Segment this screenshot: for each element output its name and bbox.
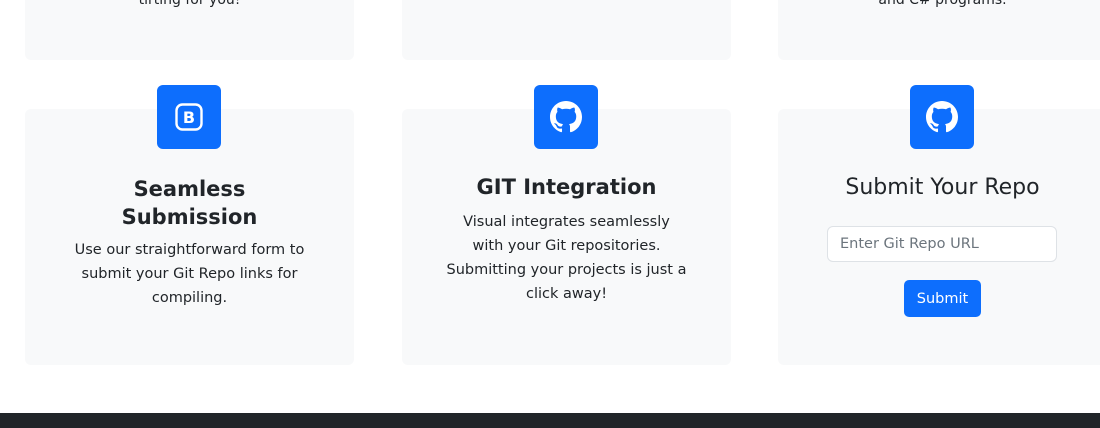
card-title: Seamless Submission — [25, 175, 354, 231]
page-footer — [0, 413, 1100, 428]
submit-button[interactable]: Submit — [904, 280, 981, 317]
card-text-line: submit your Git Repo links for — [81, 266, 298, 282]
github-icon-badge — [534, 85, 598, 149]
card-text: and C# programs. — [878, 0, 1007, 8]
github-icon — [926, 101, 958, 133]
github-icon-badge — [910, 85, 974, 149]
card-text: tirting for you! — [138, 0, 241, 8]
card-title-line: Seamless — [133, 177, 246, 201]
bootstrap-icon: B — [175, 103, 203, 131]
card-text-line: Submitting your projects is just a — [446, 262, 687, 278]
repo-url-input[interactable] — [827, 226, 1057, 262]
feature-card-top-3: and C# programs. — [778, 0, 1100, 60]
card-text: Visual integrates seamlessly with your G… — [432, 210, 701, 306]
svg-text:B: B — [183, 108, 195, 127]
card-title-line: Submission — [121, 205, 258, 229]
github-icon — [550, 101, 582, 133]
card-text-line: with your Git repositories. — [472, 238, 661, 254]
card-text: Use our straightforward form to submit y… — [55, 238, 324, 310]
card-text-line: Use our straightforward form to — [74, 242, 305, 258]
feature-card-top-2 — [402, 0, 731, 60]
feature-card-top-1: tirting for you! — [25, 0, 354, 60]
card-text-line: click away! — [525, 286, 608, 302]
card-text-line: Visual integrates seamlessly — [463, 214, 670, 230]
repo-form-title: Submit Your Repo — [845, 175, 1040, 200]
card-title: GIT Integration — [476, 175, 657, 199]
card-text-line: compiling. — [151, 290, 228, 306]
bootstrap-icon-badge: B — [157, 85, 221, 149]
